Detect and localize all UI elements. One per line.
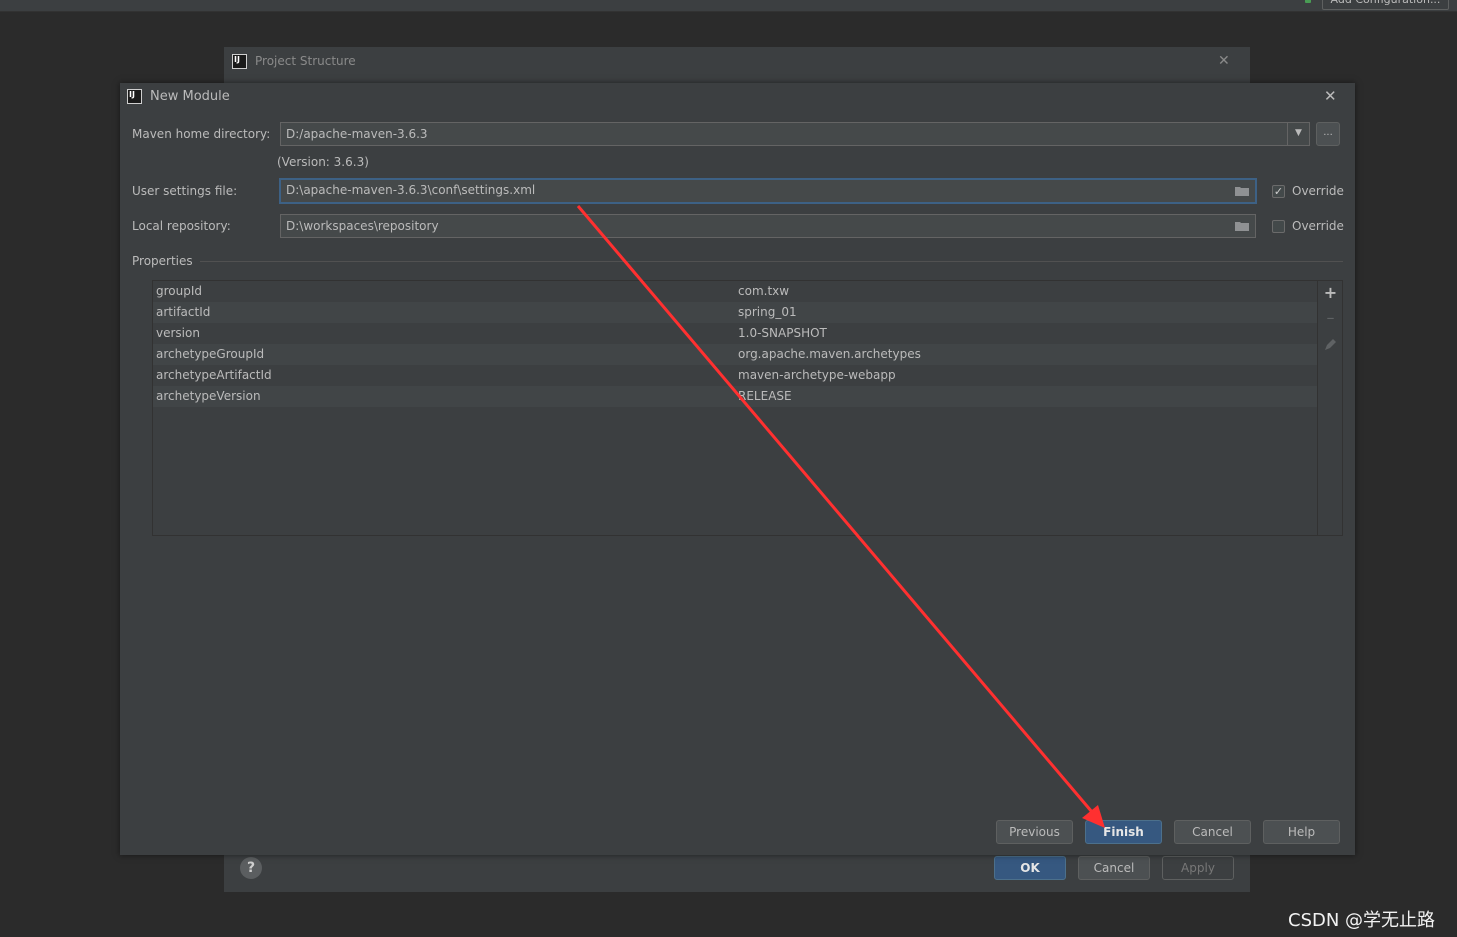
- previous-button-label: Previous: [1009, 825, 1060, 839]
- remove-icon[interactable]: –: [1318, 308, 1343, 327]
- property-value: com.txw: [738, 284, 790, 298]
- table-row[interactable]: archetypeGroupId org.apache.maven.archet…: [153, 344, 1317, 365]
- folder-icon[interactable]: [1235, 186, 1249, 196]
- table-row[interactable]: version 1.0-SNAPSHOT: [153, 323, 1317, 344]
- property-value: RELEASE: [738, 389, 792, 403]
- local-repository-field[interactable]: D:\workspaces\repository: [280, 214, 1256, 238]
- folder-icon[interactable]: [1235, 221, 1249, 231]
- ok-button[interactable]: OK: [994, 856, 1066, 880]
- run-indicator-icon: [1305, 0, 1311, 3]
- user-settings-override-label: Override: [1292, 184, 1344, 198]
- properties-label: Properties: [132, 254, 193, 268]
- help-button[interactable]: Help: [1263, 820, 1340, 844]
- property-key: groupId: [156, 284, 203, 298]
- user-settings-value: D:\apache-maven-3.6.3\conf\settings.xml: [286, 183, 536, 197]
- project-structure-title: Project Structure: [255, 54, 356, 68]
- cancel-button-label: Cancel: [1192, 825, 1233, 839]
- apply-button[interactable]: Apply: [1162, 856, 1234, 880]
- user-settings-label: User settings file:: [132, 184, 238, 198]
- project-structure-cancel-button[interactable]: Cancel: [1078, 856, 1150, 880]
- add-configuration-button[interactable]: Add Configuration...: [1322, 0, 1449, 10]
- properties-toolbar: + –: [1318, 280, 1343, 536]
- user-settings-field[interactable]: D:\apache-maven-3.6.3\conf\settings.xml: [279, 178, 1257, 204]
- user-settings-override-checkbox[interactable]: ✓: [1272, 185, 1285, 198]
- browse-maven-home-button[interactable]: ...: [1316, 122, 1340, 146]
- close-icon[interactable]: ✕: [1324, 87, 1337, 105]
- intellij-logo-icon: IJ: [127, 89, 142, 104]
- maven-home-value: D:/apache-maven-3.6.3: [286, 127, 428, 141]
- add-icon[interactable]: +: [1318, 283, 1343, 302]
- property-key: archetypeArtifactId: [156, 368, 272, 382]
- table-row[interactable]: groupId com.txw: [153, 281, 1317, 302]
- close-icon[interactable]: ✕: [1218, 53, 1230, 69]
- watermark: CSDN @学无止路: [1288, 910, 1436, 931]
- maven-home-combobox[interactable]: D:/apache-maven-3.6.3: [280, 122, 1310, 146]
- local-repository-override-label: Override: [1292, 219, 1344, 233]
- ide-toolbar: [0, 0, 1457, 12]
- finish-button[interactable]: Finish: [1085, 820, 1162, 844]
- previous-button[interactable]: Previous: [996, 820, 1073, 844]
- table-row[interactable]: archetypeVersion RELEASE: [153, 386, 1317, 407]
- new-module-cancel-button[interactable]: Cancel: [1174, 820, 1251, 844]
- properties-table: groupId com.txw artifactId spring_01 ver…: [152, 280, 1318, 536]
- finish-button-label: Finish: [1103, 825, 1144, 839]
- property-key: version: [156, 326, 200, 340]
- table-row[interactable]: archetypeArtifactId maven-archetype-weba…: [153, 365, 1317, 386]
- local-repository-value: D:\workspaces\repository: [286, 219, 439, 233]
- property-value: spring_01: [738, 305, 797, 319]
- property-key: artifactId: [156, 305, 211, 319]
- properties-separator: [200, 261, 1343, 262]
- local-repository-override-checkbox[interactable]: [1272, 220, 1285, 233]
- property-value: org.apache.maven.archetypes: [738, 347, 921, 361]
- maven-version-note: (Version: 3.6.3): [277, 155, 369, 169]
- table-row[interactable]: artifactId spring_01: [153, 302, 1317, 323]
- property-key: archetypeGroupId: [156, 347, 265, 361]
- local-repository-label: Local repository:: [132, 219, 231, 233]
- property-key: archetypeVersion: [156, 389, 261, 403]
- property-value: 1.0-SNAPSHOT: [738, 326, 827, 340]
- edit-pencil-icon[interactable]: [1324, 338, 1337, 351]
- property-value: maven-archetype-webapp: [738, 368, 896, 382]
- new-module-title: New Module: [150, 89, 230, 104]
- maven-home-label: Maven home directory:: [132, 127, 271, 141]
- help-button-label: Help: [1287, 825, 1316, 839]
- chevron-down-icon[interactable]: ▼: [1287, 122, 1309, 146]
- help-icon[interactable]: ?: [240, 857, 262, 879]
- intellij-logo-icon: IJ: [232, 54, 247, 69]
